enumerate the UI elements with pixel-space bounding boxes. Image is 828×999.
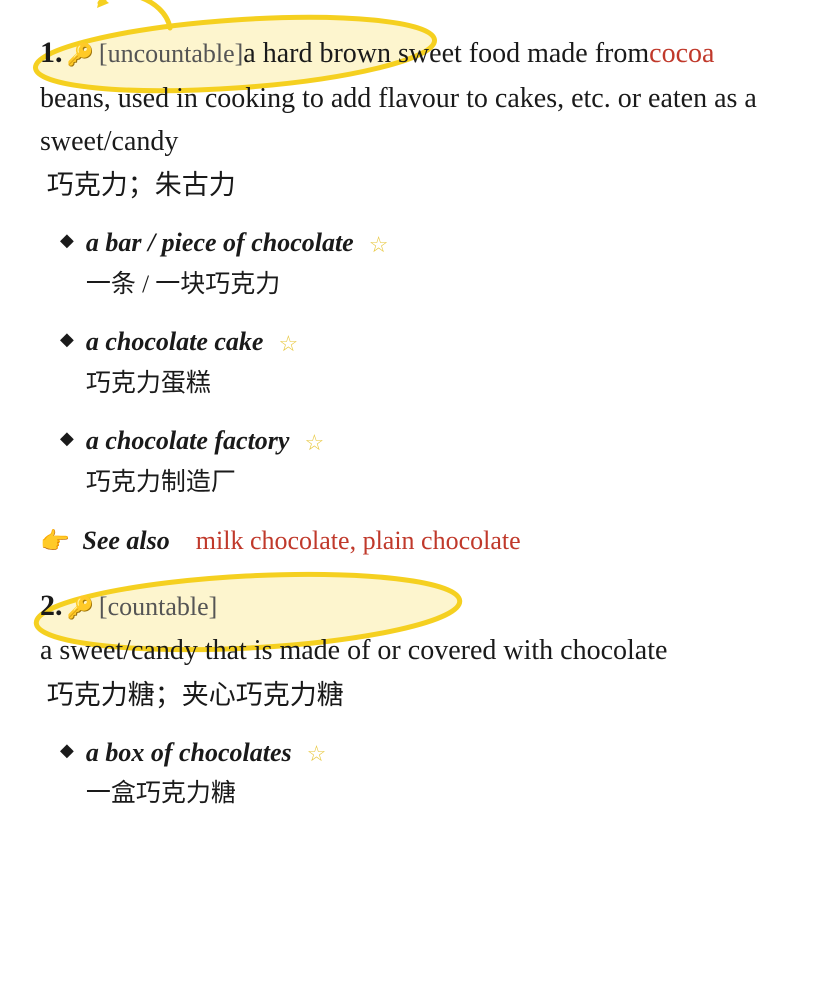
entry-section-1: 1. 🔑 [uncountable] a hard brown sweet fo… — [40, 30, 788, 561]
star-icon-1-1[interactable]: ☆ — [369, 228, 389, 262]
sense-number-1: 1. — [40, 30, 63, 77]
entry-section-2: 2. 🔑 [countable] a sweet/candy that is m… — [40, 583, 788, 814]
star-icon-1-2[interactable]: ☆ — [278, 327, 298, 361]
cocoa-link[interactable]: cocoa — [649, 32, 714, 75]
see-also-section: 👉 See also milk chocolate, plain chocola… — [40, 521, 788, 561]
grammar-label-1: [uncountable] — [99, 34, 243, 74]
star-icon-2-1[interactable]: ☆ — [307, 737, 327, 771]
example-chinese-1-1: 一条 / 一块巧克力 — [86, 266, 788, 305]
diamond-bullet-2: ◆ — [60, 326, 74, 354]
see-also-link-milk[interactable]: milk chocolate — [196, 526, 350, 555]
example-content-1-3: a chocolate factory ☆ 巧克力制造厂 — [86, 419, 788, 502]
example-chinese-2-1: 一盒巧克力糖 — [86, 775, 788, 814]
see-also-label: See also — [82, 526, 169, 555]
example-item-1-3: ◆ a chocolate factory ☆ 巧克力制造厂 — [60, 419, 788, 502]
example-phrase-1-2: a chocolate cake — [86, 327, 264, 356]
example-chinese-1-3: 巧克力制造厂 — [86, 464, 788, 503]
see-also-link-plain[interactable]: plain chocolate — [363, 526, 521, 555]
grammar-label-2: [countable] — [99, 587, 217, 627]
definition-chinese-2: 巧克力糖；夹心巧克力糖 — [40, 675, 344, 717]
key-icon-1: 🔑 — [67, 38, 94, 72]
example-item-2-1: ◆ a box of chocolates ☆ 一盒巧克力糖 — [60, 731, 788, 814]
diamond-bullet-3: ◆ — [60, 425, 74, 453]
example-content-1-2: a chocolate cake ☆ 巧克力蛋糕 — [86, 320, 788, 403]
example-phrase-1-3: a chocolate factory — [86, 426, 290, 455]
definition-text-1b: beans, used in cooking to add flavour to… — [40, 77, 788, 164]
example-chinese-1-2: 巧克力蛋糕 — [86, 365, 788, 404]
example-phrase-1-1: a bar / piece of chocolate — [86, 228, 354, 257]
see-also-spacer — [176, 526, 189, 555]
diamond-bullet-4: ◆ — [60, 737, 74, 765]
definition-text-2: a sweet/candy that is made of or covered… — [40, 629, 667, 672]
see-also-icon: 👉 — [40, 529, 70, 555]
example-item-1-2: ◆ a chocolate cake ☆ 巧克力蛋糕 — [60, 320, 788, 403]
example-item-1-1: ◆ a bar / piece of chocolate ☆ 一条 / 一块巧克… — [60, 221, 788, 304]
key-icon-2: 🔑 — [67, 591, 94, 625]
example-phrase-2-1: a box of chocolates — [86, 738, 292, 767]
definition-text-1a: a hard brown sweet food made from — [243, 32, 649, 75]
diamond-bullet: ◆ — [60, 227, 74, 255]
examples-list-1: ◆ a bar / piece of chocolate ☆ 一条 / 一块巧克… — [60, 221, 788, 502]
example-content-1-1: a bar / piece of chocolate ☆ 一条 / 一块巧克力 — [86, 221, 788, 304]
see-also-comma: , — [350, 526, 363, 555]
example-content-2-1: a box of chocolates ☆ 一盒巧克力糖 — [86, 731, 788, 814]
arrow-top-icon — [95, 0, 185, 33]
sense-number-2: 2. — [40, 583, 63, 630]
star-icon-1-3[interactable]: ☆ — [304, 426, 324, 460]
definition-chinese-1: 巧克力；朱古力 — [40, 165, 236, 207]
examples-list-2: ◆ a box of chocolates ☆ 一盒巧克力糖 — [60, 731, 788, 814]
